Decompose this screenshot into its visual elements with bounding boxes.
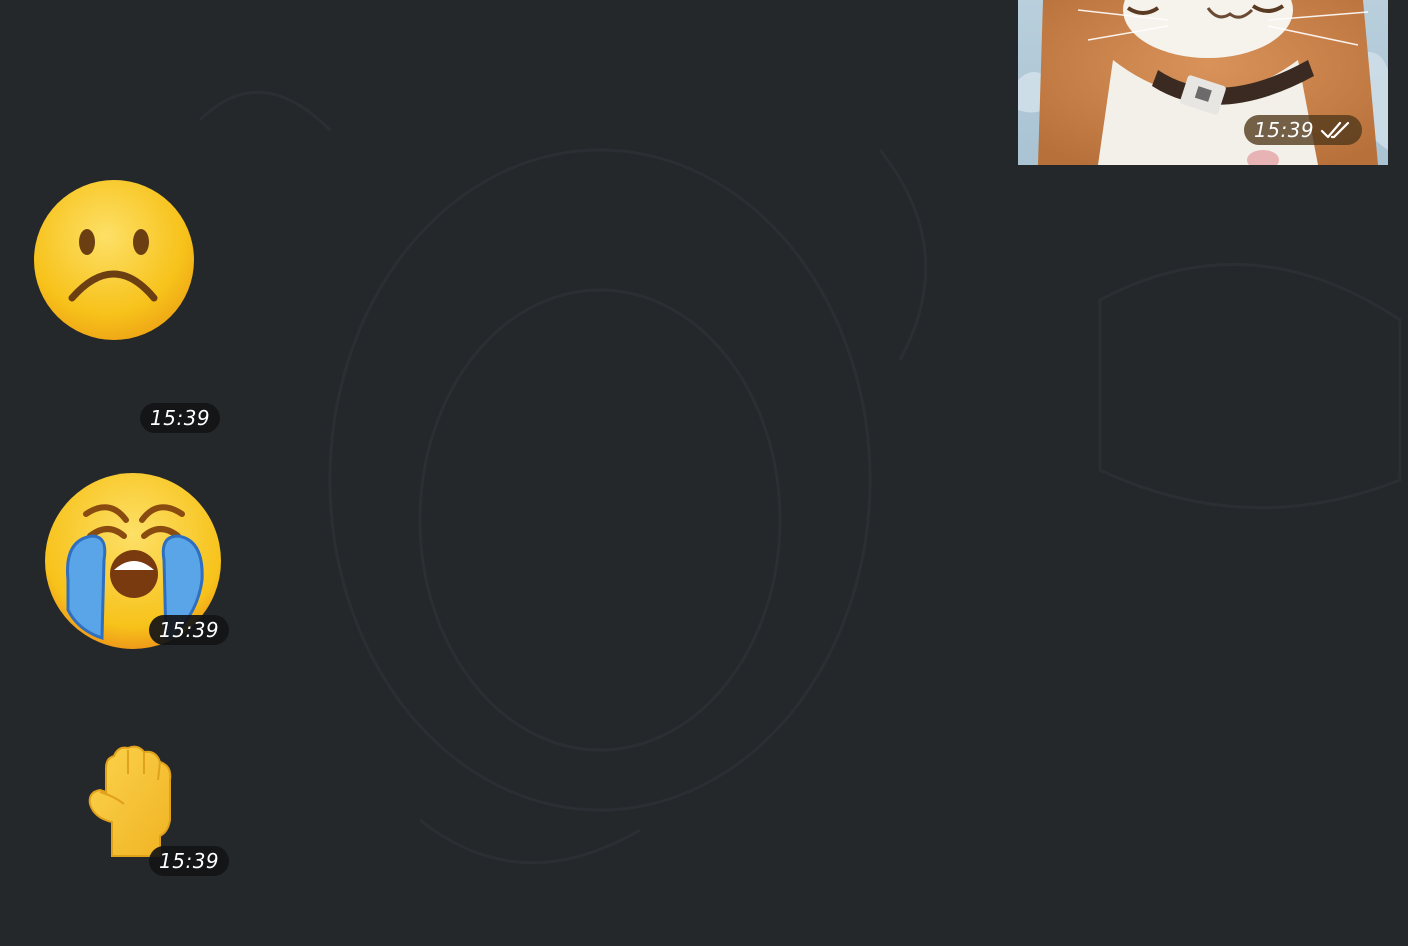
message-time-pill: 15:39 (149, 615, 230, 645)
raised-fist-icon[interactable] (84, 740, 180, 860)
incoming-sticker-message[interactable]: 15:39 (32, 178, 232, 438)
incoming-sticker-message[interactable]: 15:39 (38, 470, 238, 655)
message-time-pill: 15:39 (1244, 115, 1363, 145)
message-time-pill: 15:39 (149, 846, 230, 876)
message-time: 15:39 (159, 618, 220, 642)
message-time: 15:39 (159, 849, 220, 873)
message-time: 15:39 (150, 406, 211, 430)
incoming-sticker-message[interactable]: 15:39 (84, 740, 244, 880)
message-time: 15:39 (1254, 118, 1315, 142)
message-time-pill: 15:39 (140, 403, 221, 433)
double-check-icon (1320, 120, 1352, 140)
outgoing-photo-message[interactable]: 15:39 (1018, 0, 1388, 165)
frowning-face-icon[interactable] (32, 178, 196, 342)
chat-history[interactable]: 15:39 15:39 15:39 15:39 (0, 0, 1408, 946)
